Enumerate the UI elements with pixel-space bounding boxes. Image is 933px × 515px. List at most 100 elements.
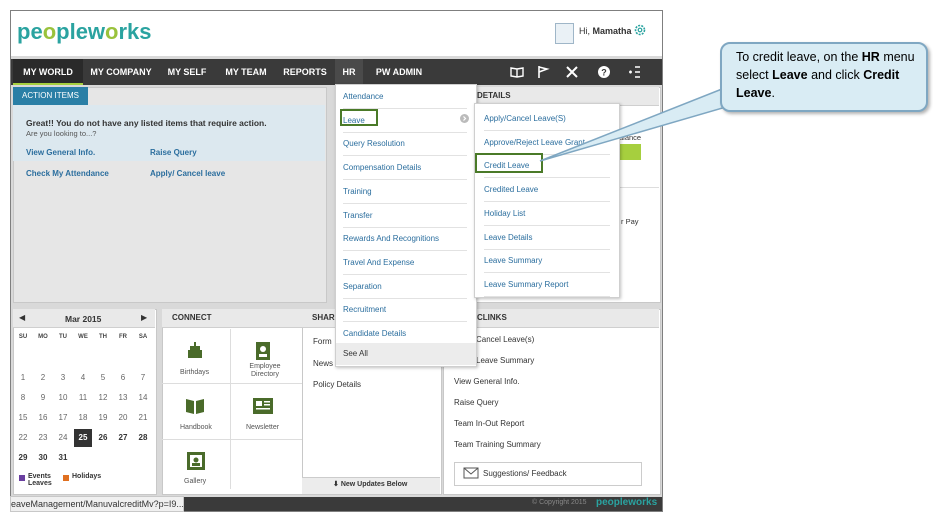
share-new-updates[interactable]: ⬇ New Updates Below (333, 480, 407, 488)
quick-link-view-general-info-[interactable]: View General Info. (454, 377, 520, 386)
connect-gallery[interactable]: Gallery (184, 478, 206, 485)
link-view-general-info[interactable]: View General Info. (26, 148, 95, 157)
quick-link-leave-summary[interactable]: Leave Summary (476, 356, 534, 365)
share-item-form[interactable]: Form (313, 337, 332, 346)
nav-my-company[interactable]: MY COMPANY (83, 59, 159, 85)
nav-reports[interactable]: REPORTS (277, 59, 333, 85)
hr-menu-see-all[interactable]: See All (343, 343, 368, 365)
link-apply-cancel-leave[interactable]: Apply/ Cancel leave (150, 169, 225, 178)
birthday-cake-icon[interactable] (185, 341, 205, 361)
calendar-day[interactable]: 28 (134, 429, 152, 447)
calendar-day[interactable]: 15 (14, 409, 32, 427)
calendar-day[interactable]: 17 (54, 409, 72, 427)
leave-submenu-item-leave-details[interactable]: Leave Details (484, 226, 610, 250)
calendar-day[interactable]: 20 (114, 409, 132, 427)
app-logo[interactable]: peopleworks (17, 19, 152, 45)
directory-icon[interactable] (254, 341, 272, 361)
newsletter-icon[interactable] (252, 397, 274, 415)
calendar-today[interactable]: 25 (74, 429, 92, 447)
calendar-day[interactable]: 16 (34, 409, 52, 427)
hr-menu-item-recruitment[interactable]: Recruitment (343, 298, 467, 323)
calendar-next[interactable]: ▶ (141, 313, 147, 322)
connect-employee-directory[interactable]: Employee Directory (245, 363, 285, 379)
hr-menu-item-travel-and-expense[interactable]: Travel And Expense (343, 251, 467, 275)
calendar-day[interactable]: 3 (54, 369, 72, 387)
calendar-day[interactable]: 13 (114, 389, 132, 407)
share-item-news[interactable]: News (313, 359, 333, 368)
nav-my-team[interactable]: MY TEAM (215, 59, 277, 85)
leave-submenu-item-credited-leave[interactable]: Credited Leave (484, 178, 610, 203)
quick-link-raise-query[interactable]: Raise Query (454, 398, 498, 407)
calendar-weekday: SU (18, 334, 28, 340)
calendar-day[interactable]: 10 (54, 389, 72, 407)
calendar-weekday: TH (99, 334, 107, 340)
tools-icon[interactable] (564, 64, 580, 80)
calendar-day[interactable]: 26 (94, 429, 112, 447)
nav-my-world[interactable]: MY WORLD (13, 59, 83, 85)
handbook-icon[interactable] (185, 396, 205, 416)
calendar-day[interactable]: 12 (94, 389, 112, 407)
leave-highlight-box (340, 109, 378, 126)
link-raise-query[interactable]: Raise Query (150, 148, 197, 157)
link-check-attendance[interactable]: Check My Attendance (26, 169, 109, 178)
calendar-day[interactable]: 29 (14, 449, 32, 467)
connect-divider-v (230, 329, 231, 489)
calendar-day[interactable]: 9 (34, 389, 52, 407)
action-message: Great!! You do not have any listed items… (26, 118, 267, 128)
quick-link-cancel-leave-s-[interactable]: Cancel Leave(s) (476, 335, 534, 344)
connect-newsletter[interactable]: Newsletter (246, 424, 279, 431)
leave-submenu-item-holiday-list[interactable]: Holiday List (484, 202, 610, 226)
calendar-weekday: TU (59, 334, 67, 340)
hr-menu-item-transfer[interactable]: Transfer (343, 204, 467, 228)
hr-menu-item-rewards-and-recognitions[interactable]: Rewards And Recognitions (343, 227, 467, 252)
calendar-day[interactable]: 11 (74, 389, 92, 407)
book-icon[interactable] (509, 64, 525, 80)
quick-link-team-in-out-report[interactable]: Team In-Out Report (454, 419, 524, 428)
connect-header: CONNECT (162, 309, 304, 328)
calendar-day[interactable]: 4 (74, 369, 92, 387)
calendar-day[interactable]: 27 (114, 429, 132, 447)
instruction-callout: To credit leave, on the HR menu select L… (720, 42, 928, 112)
calendar-day[interactable]: 6 (114, 369, 132, 387)
user-greeting: Hi, Mamatha (579, 26, 632, 36)
hr-menu-item-compensation-details[interactable]: Compensation Details (343, 156, 467, 181)
calendar-day[interactable]: 18 (74, 409, 92, 427)
calendar-day[interactable]: 7 (134, 369, 152, 387)
quick-link-team-training-summary[interactable]: Team Training Summary (454, 440, 541, 449)
calendar-day[interactable]: 31 (54, 449, 72, 467)
flag-icon[interactable] (535, 64, 551, 80)
hr-menu-item-attendance[interactable]: Attendance (343, 85, 467, 109)
nav-my-self[interactable]: MY SELF (159, 59, 215, 85)
nav-hr[interactable]: HR (335, 59, 363, 85)
calendar-day[interactable]: 22 (14, 429, 32, 447)
hr-menu-item-query-resolution[interactable]: Query Resolution (343, 132, 467, 157)
avatar[interactable] (555, 23, 574, 44)
share-item-policy[interactable]: Policy Details (313, 380, 361, 389)
hr-menu-item-training[interactable]: Training (343, 180, 467, 204)
events-legend-swatch (19, 475, 25, 481)
calendar-day[interactable]: 1 (14, 369, 32, 387)
connect-handbook[interactable]: Handbook (180, 424, 212, 431)
leave-submenu-item-leave-summary[interactable]: Leave Summary (484, 249, 610, 274)
gear-icon[interactable] (633, 23, 647, 37)
events-legend-label: Events Leaves (28, 473, 52, 487)
connect-birthdays[interactable]: Birthdays (180, 369, 209, 376)
calendar-prev[interactable]: ◀ (19, 313, 25, 322)
menu-icon[interactable] (626, 64, 642, 80)
calendar-day[interactable]: 14 (134, 389, 152, 407)
calendar-day[interactable]: 30 (34, 449, 52, 467)
calendar-weekday: SA (138, 334, 148, 340)
help-icon[interactable]: ? (596, 64, 612, 80)
calendar-day[interactable]: 21 (134, 409, 152, 427)
calendar-day[interactable]: 19 (94, 409, 112, 427)
calendar-day[interactable]: 8 (14, 389, 32, 407)
nav-pw-admin[interactable]: PW ADMIN (367, 59, 431, 85)
gallery-icon[interactable] (186, 451, 206, 471)
calendar-day[interactable]: 2 (34, 369, 52, 387)
hr-menu-item-separation[interactable]: Separation (343, 275, 467, 299)
tab-action-items[interactable]: ACTION ITEMS (13, 87, 88, 105)
calendar-day[interactable]: 23 (34, 429, 52, 447)
leave-submenu-item-leave-summary-report[interactable]: Leave Summary Report (484, 273, 610, 297)
calendar-day[interactable]: 24 (54, 429, 72, 447)
calendar-day[interactable]: 5 (94, 369, 112, 387)
